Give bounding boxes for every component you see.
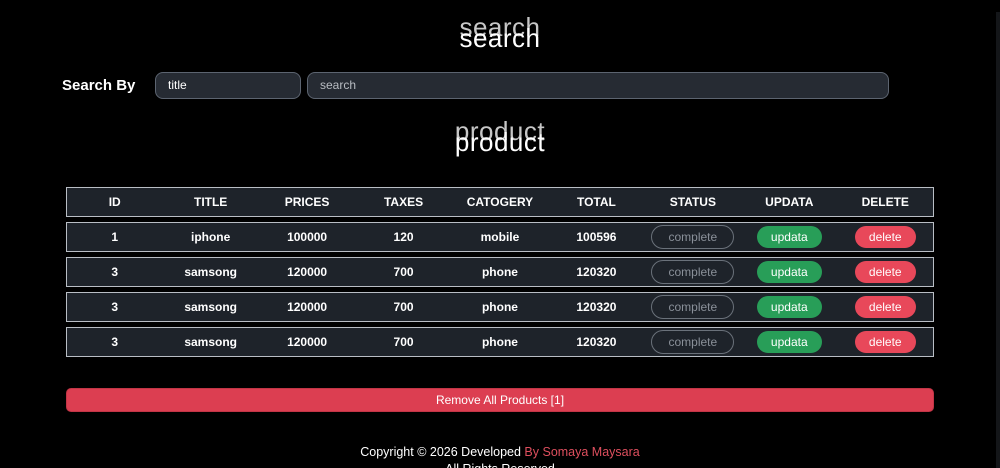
header-status: STATUS bbox=[644, 187, 742, 217]
cell-taxes: 700 bbox=[355, 292, 452, 322]
header-prices: PRICES bbox=[258, 187, 356, 217]
cell-title: samsong bbox=[162, 257, 259, 287]
cell-prices: 120000 bbox=[258, 257, 356, 287]
cell-id: 3 bbox=[66, 292, 163, 322]
updata-button[interactable]: updata bbox=[756, 226, 822, 248]
copyright-line: Copyright © 2026 Developed By Somaya May… bbox=[0, 444, 1000, 461]
scrollbar-track[interactable] bbox=[996, 12, 1000, 468]
complete-button[interactable]: complete bbox=[651, 295, 735, 319]
cell-prices: 120000 bbox=[258, 292, 356, 322]
cell-total: 120320 bbox=[548, 292, 645, 322]
cell-id: 1 bbox=[66, 222, 163, 252]
cell-category: mobile bbox=[451, 222, 549, 252]
cell-id: 3 bbox=[66, 257, 163, 287]
cell-taxes: 120 bbox=[355, 222, 452, 252]
updata-button[interactable]: updata bbox=[756, 331, 822, 353]
complete-button[interactable]: complete bbox=[651, 330, 735, 354]
header-id: ID bbox=[66, 187, 163, 217]
footer: Copyright © 2026 Developed By Somaya May… bbox=[0, 444, 1000, 468]
updata-button[interactable]: updata bbox=[756, 296, 822, 318]
table-row: 3 samsong 120000 700 phone 120320 comple… bbox=[66, 257, 934, 287]
search-input[interactable] bbox=[307, 71, 889, 99]
header-delete: DELETE bbox=[837, 187, 934, 217]
cell-total: 120320 bbox=[548, 327, 645, 357]
delete-button[interactable]: delete bbox=[854, 261, 916, 283]
product-heading-main: product bbox=[454, 127, 546, 157]
delete-button[interactable]: delete bbox=[854, 296, 916, 318]
cell-prices: 100000 bbox=[258, 222, 356, 252]
cell-total: 100596 bbox=[548, 222, 645, 252]
products-table: ID TITLE PRICES TAXES CATOGERY TOTAL STA… bbox=[66, 182, 934, 362]
delete-button[interactable]: delete bbox=[854, 226, 916, 248]
search-heading-main: search bbox=[459, 23, 541, 53]
cell-category: phone bbox=[451, 327, 549, 357]
search-by-field[interactable] bbox=[155, 71, 301, 99]
table-row: 3 samsong 120000 700 phone 120320 comple… bbox=[66, 292, 934, 322]
cell-category: phone bbox=[451, 257, 549, 287]
updata-button[interactable]: updata bbox=[756, 261, 822, 283]
search-heading: search search bbox=[0, 12, 1000, 56]
cell-category: phone bbox=[451, 292, 549, 322]
complete-button[interactable]: complete bbox=[651, 260, 735, 284]
remove-all-products-button[interactable]: Remove All Products [1] bbox=[66, 388, 934, 412]
product-heading: product product bbox=[0, 116, 1000, 160]
delete-button[interactable]: delete bbox=[854, 331, 916, 353]
header-taxes: TAXES bbox=[355, 187, 452, 217]
search-by-label: Search By bbox=[62, 76, 136, 94]
cell-prices: 120000 bbox=[258, 327, 356, 357]
rights-text: All Rights Reserved bbox=[0, 461, 1000, 468]
header-category: CATOGERY bbox=[451, 187, 549, 217]
header-total: TOTAL bbox=[548, 187, 645, 217]
cell-id: 3 bbox=[66, 327, 163, 357]
header-title: TITLE bbox=[162, 187, 259, 217]
table-row: 3 samsong 120000 700 phone 120320 comple… bbox=[66, 327, 934, 357]
cell-title: samsong bbox=[162, 292, 259, 322]
copyright-text: Copyright © 2026 Developed bbox=[360, 445, 525, 459]
header-updata: UPDATA bbox=[741, 187, 838, 217]
cell-total: 120320 bbox=[548, 257, 645, 287]
cell-title: samsong bbox=[162, 327, 259, 357]
cell-taxes: 700 bbox=[355, 327, 452, 357]
cell-taxes: 700 bbox=[355, 257, 452, 287]
search-bar: Search By bbox=[62, 70, 1000, 100]
cell-title: iphone bbox=[162, 222, 259, 252]
table-row: 1 iphone 100000 120 mobile 100596 comple… bbox=[66, 222, 934, 252]
table-header-row: ID TITLE PRICES TAXES CATOGERY TOTAL STA… bbox=[66, 187, 934, 217]
complete-button[interactable]: complete bbox=[651, 225, 735, 249]
developer-credit: By Somaya Maysara bbox=[524, 445, 640, 459]
